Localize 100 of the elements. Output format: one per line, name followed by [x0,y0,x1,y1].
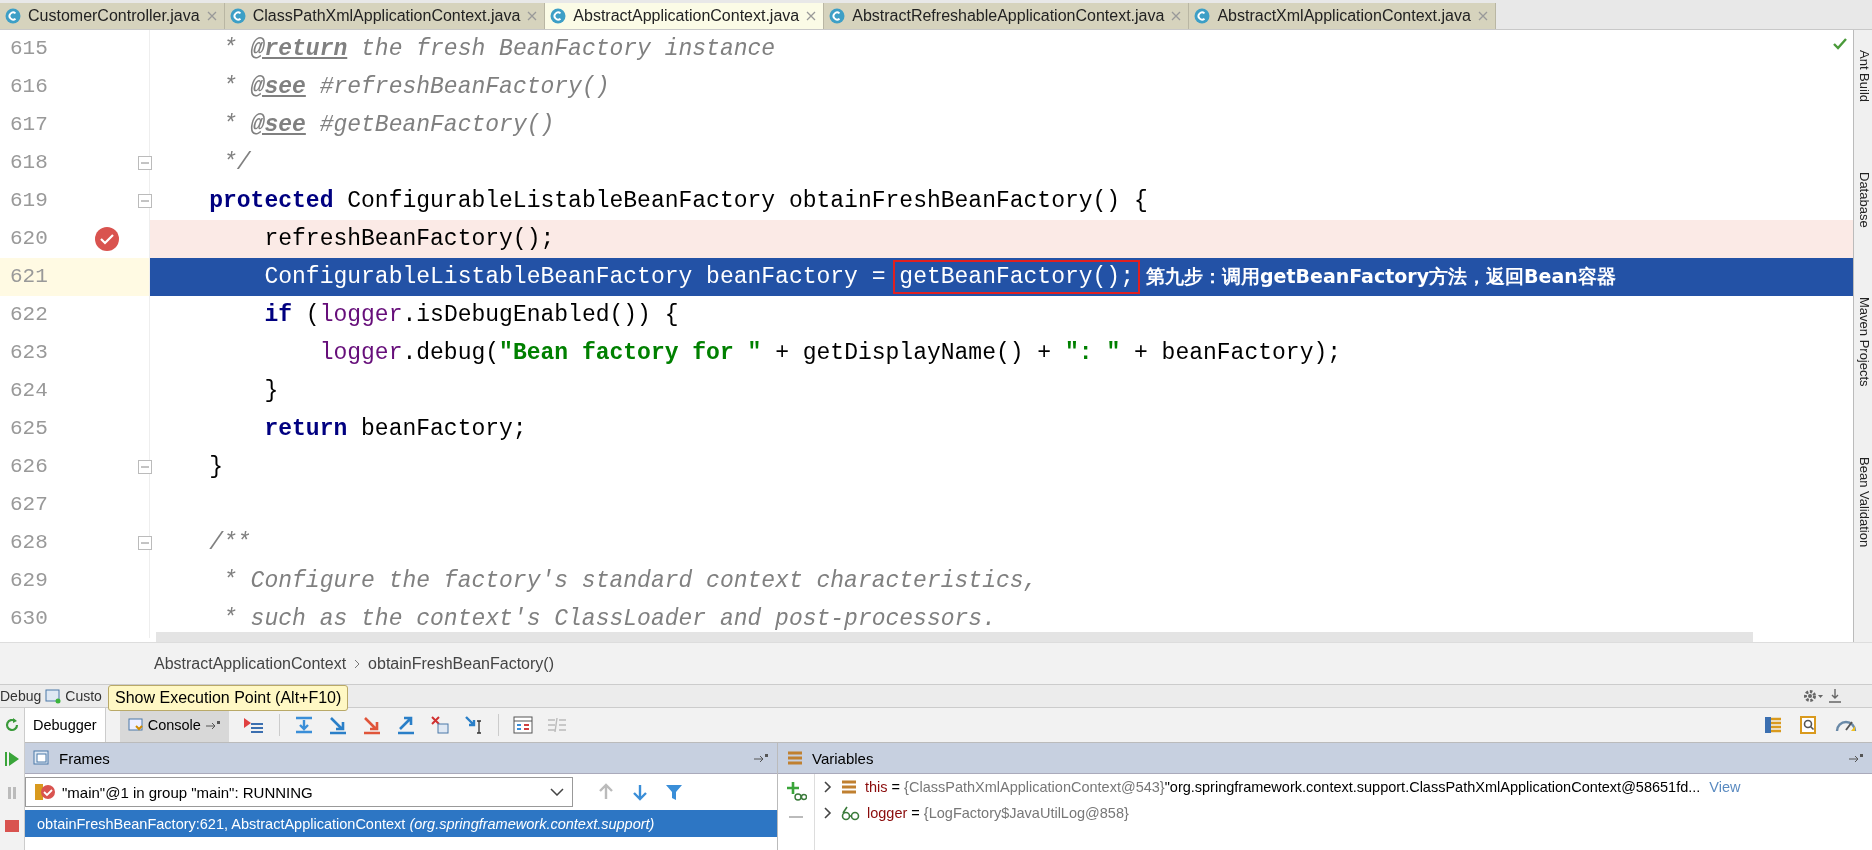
line-number: 618 [10,151,48,175]
threads-icon[interactable] [1762,714,1784,736]
line-number: 626 [10,455,48,479]
list-icon [786,749,804,767]
line-number: 619 [10,189,48,213]
execution-point-icon[interactable] [242,715,265,735]
class-icon [550,7,567,24]
close-icon[interactable] [806,10,817,21]
breadcrumb-item[interactable]: AbstractApplicationContext [154,654,347,673]
line-number: 620 [10,227,48,251]
file-tab[interactable]: CustomerController.java [0,3,225,29]
code-text: } [263,377,279,404]
force-step-into-icon[interactable] [361,715,382,735]
fold-marker-icon[interactable] [138,155,152,170]
step-over-icon[interactable] [293,715,314,735]
line-number: 622 [10,303,48,327]
chevron-icon [354,658,361,669]
field-icon [840,779,858,795]
code-text: protected ConfigurableListableBeanFactory obtainFreshBeanFactory() { [208,187,1148,214]
class-icon [5,7,21,24]
thread-dropdown[interactable]: "main"@1 in group "main": RUNNING [25,777,573,807]
fold-marker-icon[interactable] [138,535,152,550]
annotation-text: 第九步：调用getBeanFactory方法，返回Bean容器 [1145,263,1616,289]
settings-icon[interactable] [1802,688,1824,705]
class-icon [829,7,846,24]
code-text: * Configure the factory's standard context characteristics, [222,567,1038,594]
line-number: 621 [10,265,48,289]
horizontal-scrollbar[interactable] [156,631,1753,642]
breadcrumb-item[interactable]: obtainFreshBeanFactory() [368,654,554,673]
fold-marker-icon[interactable] [138,193,152,208]
variable-entry[interactable]: this = {ClassPathXmlApplicationContext@543}"org.springframework.context.support.ClassPathXmlApplicationContext@58651fd... [865,779,1701,795]
close-icon[interactable] [1171,10,1182,21]
arrow-up-icon[interactable] [597,783,615,801]
code-text: ConfigurableListableBeanFactory beanFactory = [263,263,887,290]
line-number: 617 [10,113,48,137]
file-tab[interactable]: AbstractApplicationContext.java [545,3,825,29]
fold-marker-icon[interactable] [138,459,152,474]
line-number: 616 [10,75,48,99]
arrow-down-icon[interactable] [631,783,649,801]
run-config-label[interactable]: Custo [65,688,102,705]
rerun-icon[interactable] [3,716,21,734]
code-text: if (logger.isDebugEnabled()) { [263,301,679,328]
file-tab[interactable]: ClassPathXmlApplicationContext.java [224,3,546,29]
chevron-down-icon [550,788,564,796]
glasses-icon [840,805,860,821]
tooltip: Show Execution Point (Alt+F10) [108,685,349,712]
breakpoint-icon[interactable] [94,225,120,252]
code-text: logger.debug("Bean factory for " + getDisplayName() + ": " + beanFactory); [318,339,1342,366]
code-text: * @return the fresh BeanFactory instance [222,35,776,62]
line-number: 628 [10,531,48,555]
file-tab[interactable]: AbstractXmlApplicationContext.java [1189,3,1496,29]
add-watch-icon[interactable] [785,780,807,802]
thread-icon [34,782,56,802]
code-text: /** [208,529,251,556]
side-tool-tab[interactable]: Maven Projects [1854,297,1872,387]
code-text: * such as the context's ClassLoader and post-processors. [222,605,996,632]
code-text: */ [222,149,251,176]
view-link[interactable]: View [1709,779,1741,795]
line-number: 615 [10,37,48,61]
step-into-icon[interactable] [327,715,348,735]
debug-tab[interactable]: Debugger [25,708,106,742]
line-number: 629 [10,569,48,593]
pin-icon[interactable] [753,753,769,763]
variable-entry[interactable]: logger = {LogFactory$JavaUtilLog@858} [867,805,1129,821]
frames-icon [33,749,51,767]
window-icon [45,688,62,705]
resume-icon[interactable] [3,750,21,768]
highlight-box: getBeanFactory(); [893,259,1140,294]
code-text: * @see #refreshBeanFactory() [222,73,610,100]
close-icon[interactable] [527,10,538,21]
code-text: refreshBeanFactory(); [263,225,555,252]
side-tool-tab[interactable]: Database [1854,171,1872,228]
pin-icon[interactable] [1848,753,1864,763]
evaluate-icon[interactable] [512,716,533,734]
close-icon[interactable] [206,10,217,21]
close-icon[interactable] [1477,10,1488,21]
stop-icon[interactable] [3,818,21,832]
tool-window-title: Debug [0,688,42,705]
filter-icon[interactable] [665,783,683,801]
line-number: 625 [10,417,48,441]
minus-icon[interactable] [787,814,805,820]
stack-frame[interactable]: obtainFreshBeanFactory:621, AbstractApplicationContext (org.springframework.context.support) [25,810,777,837]
file-tab[interactable]: AbstractRefreshableApplicationContext.java [824,3,1190,29]
drop-frame-icon[interactable] [429,715,450,735]
class-icon [1194,7,1211,24]
line-number: 624 [10,379,48,403]
hide-icon[interactable] [1828,688,1842,705]
step-out-icon[interactable] [395,715,416,735]
side-tool-tab[interactable]: Ant Build [1854,49,1872,102]
run-to-cursor-icon[interactable] [463,715,484,735]
line-number: 630 [10,607,48,631]
code-text: } [208,453,223,480]
panel-title: Variables [812,749,874,767]
line-number: 623 [10,341,48,365]
check-icon [1833,37,1847,50]
class-icon [229,7,246,24]
code-text: * @see #getBeanFactory() [222,111,555,138]
side-tool-tab[interactable]: Bean Validation [1854,456,1872,548]
console-icon [127,717,144,733]
panel-title: Frames [59,749,110,767]
